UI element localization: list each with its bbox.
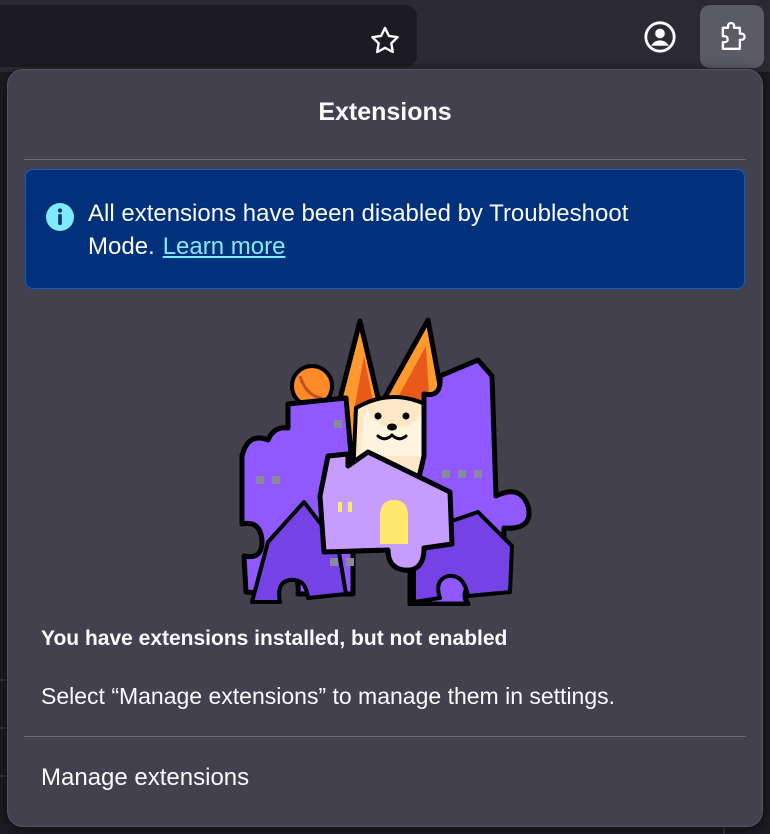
star-icon [371,26,399,54]
extensions-panel: Extensions All extensions have been disa… [7,69,763,827]
account-button[interactable] [636,14,684,60]
footer-divider [24,736,746,737]
browser-toolbar [0,0,770,72]
panel-title: Extensions [318,98,452,126]
extensions-button[interactable] [700,5,764,68]
empty-state-heading: You have extensions installed, but not e… [41,627,508,650]
manage-extensions-button[interactable]: Manage extensions [24,750,746,808]
learn-more-link[interactable]: Learn more [163,233,286,260]
account-icon [644,21,676,53]
info-icon [46,203,74,231]
url-bar[interactable] [0,5,417,67]
house-door [380,500,408,544]
manage-extensions-label: Manage extensions [41,764,250,791]
header-divider [24,159,746,160]
notice-message: All extensions have been disabled by Tro… [88,197,728,263]
extensions-illustration [239,317,532,606]
extensions-puzzle-icon [721,21,746,50]
empty-state-description: Select “Manage extensions” to manage the… [41,683,616,709]
troubleshoot-notice: All extensions have been disabled by Tro… [25,169,745,289]
bookmark-star-button[interactable] [363,19,407,63]
